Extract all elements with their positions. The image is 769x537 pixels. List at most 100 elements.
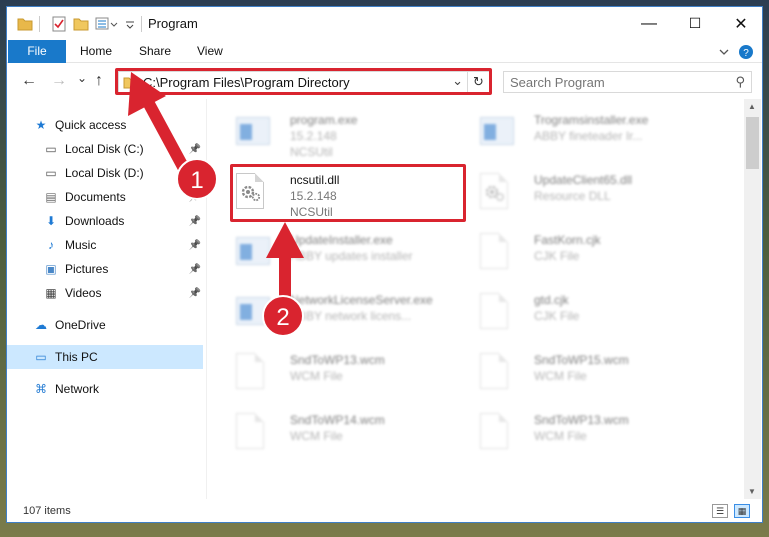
star-icon: ★ bbox=[35, 118, 47, 132]
file-item[interactable]: SndToWP15.wcm WCM File bbox=[458, 349, 698, 401]
back-button[interactable]: ← bbox=[21, 72, 37, 90]
file-item[interactable]: UpdateClient65.dll Resource DLL bbox=[458, 169, 698, 221]
tab-home[interactable]: Home bbox=[80, 40, 112, 63]
status-bar: 107 items ☰ ▦ bbox=[7, 499, 762, 522]
file-item[interactable]: SndToWP13.wcm WCM File bbox=[458, 409, 698, 461]
file-detail: WCM File bbox=[534, 369, 587, 383]
up-button[interactable]: ↑ bbox=[95, 72, 103, 90]
sidebar-item[interactable]: ☁ OneDrive bbox=[7, 313, 203, 337]
vertical-scrollbar[interactable]: ▲ ▼ bbox=[744, 99, 761, 499]
sidebar-item[interactable]: ▤ Documents 📌 bbox=[7, 185, 203, 209]
tab-file[interactable]: File bbox=[8, 40, 66, 63]
tiles-view-button[interactable]: ▦ bbox=[734, 504, 750, 518]
pin-icon[interactable]: 📌 bbox=[189, 216, 201, 227]
address-path[interactable]: C:\Program Files\Program Directory bbox=[143, 75, 350, 90]
sidebar-item-label: Pictures bbox=[65, 262, 109, 276]
pin-icon[interactable]: 📌 bbox=[189, 168, 201, 179]
dll-gear-icon bbox=[480, 173, 514, 211]
pin-icon[interactable]: 📌 bbox=[189, 240, 201, 251]
forward-button[interactable]: → bbox=[51, 72, 67, 90]
recent-locations-button[interactable]: ⌄ bbox=[77, 71, 87, 85]
pin-icon[interactable]: 📌 bbox=[189, 192, 201, 203]
chevron-down-icon[interactable] bbox=[718, 46, 730, 58]
file-icon bbox=[480, 353, 514, 391]
computer-icon: ▭ bbox=[35, 350, 47, 364]
sidebar-item[interactable]: ★ Quick access bbox=[7, 113, 203, 137]
close-button[interactable]: ✕ bbox=[718, 7, 762, 40]
customize-quick-access-icon[interactable] bbox=[95, 16, 121, 32]
file-item[interactable]: UpdateInstaller.exe ABBY updates installe… bbox=[214, 229, 454, 281]
pin-icon[interactable]: 📌 bbox=[189, 288, 201, 299]
sidebar-item[interactable]: ⬇ Downloads 📌 bbox=[7, 209, 203, 233]
sidebar-item-label: Quick access bbox=[55, 118, 127, 132]
file-detail: WCM File bbox=[290, 369, 343, 383]
file-name: SndToWP13.wcm bbox=[290, 353, 385, 367]
file-icon bbox=[480, 293, 514, 331]
scroll-thumb[interactable] bbox=[746, 117, 759, 169]
sidebar-item[interactable]: ▭ Local Disk (D:) 📌 bbox=[7, 161, 203, 185]
file-name: SndToWP15.wcm bbox=[534, 353, 629, 367]
sidebar-item[interactable]: ♪ Music 📌 bbox=[7, 233, 203, 257]
maximize-button[interactable]: ☐ bbox=[672, 7, 718, 40]
file-item[interactable]: FastKorn.cjk CJK File bbox=[458, 229, 698, 281]
sidebar-item[interactable]: ⌘ Network bbox=[7, 377, 203, 401]
file-detail: WCM File bbox=[290, 429, 343, 443]
divider bbox=[141, 16, 142, 32]
refresh-button[interactable]: ↻ bbox=[468, 71, 490, 93]
file-item[interactable]: NetworkLicenseServer.exe ABBY network lic… bbox=[214, 289, 454, 341]
file-detail: 15.2.148 bbox=[290, 129, 337, 143]
address-bar[interactable]: C:\Program Files\Program Directory ⌄ bbox=[118, 71, 468, 93]
dll-gear-icon bbox=[236, 173, 270, 211]
application-icon bbox=[236, 113, 270, 151]
file-icon bbox=[480, 413, 514, 451]
search-box[interactable]: ⚲ bbox=[503, 71, 752, 93]
search-input[interactable] bbox=[510, 72, 730, 92]
navigation-pane: ★ Quick access ▭ Local Disk (C:) 📌 ▭ Local Dis… bbox=[7, 99, 207, 499]
file-item[interactable]: Trogramsinstaller.exe ABBY fineteader Ir.… bbox=[458, 109, 698, 161]
properties-icon[interactable] bbox=[51, 16, 67, 32]
sidebar-item-label: Local Disk (C:) bbox=[65, 142, 144, 156]
search-icon[interactable]: ⚲ bbox=[735, 74, 745, 90]
details-view-button[interactable]: ☰ bbox=[712, 504, 728, 518]
disk-icon: ▭ bbox=[45, 142, 57, 156]
tab-view[interactable]: View bbox=[197, 40, 223, 63]
scroll-up-arrow[interactable]: ▲ bbox=[748, 102, 756, 111]
file-name: SndToWP13.wcm bbox=[534, 413, 629, 427]
help-icon[interactable]: ? bbox=[738, 44, 754, 60]
file-name: program.exe bbox=[290, 113, 358, 127]
pin-icon[interactable]: 📌 bbox=[189, 264, 201, 275]
sidebar-item[interactable]: ▦ Videos 📌 bbox=[7, 281, 203, 305]
file-list: program.exe 15.2.148 NCSUtil Trogramsinstal… bbox=[208, 99, 744, 499]
sidebar-item-label: OneDrive bbox=[55, 318, 106, 332]
videos-icon: ▦ bbox=[45, 286, 57, 300]
file-item[interactable]: program.exe 15.2.148 NCSUtil bbox=[214, 109, 454, 161]
application-icon bbox=[236, 293, 270, 331]
sidebar-item-label: Music bbox=[65, 238, 97, 252]
file-name: UpdateClient65.dll bbox=[534, 173, 633, 187]
address-dropdown-icon[interactable]: ⌄ bbox=[452, 73, 463, 89]
documents-icon: ▤ bbox=[45, 190, 57, 204]
tab-share[interactable]: Share bbox=[139, 40, 171, 63]
network-icon: ⌘ bbox=[35, 382, 47, 396]
file-item[interactable]: gtd.cjk CJK File bbox=[458, 289, 698, 341]
file-icon bbox=[480, 233, 514, 271]
file-item[interactable]: SndToWP14.wcm WCM File bbox=[214, 409, 454, 461]
sidebar-item[interactable]: ▣ Pictures 📌 bbox=[7, 257, 203, 281]
sidebar-item[interactable]: ▭ This PC bbox=[7, 345, 203, 369]
scroll-down-arrow[interactable]: ▼ bbox=[748, 487, 756, 496]
sidebar-item-label: Local Disk (D:) bbox=[65, 166, 144, 180]
file-item[interactable]: SndToWP13.wcm WCM File bbox=[214, 349, 454, 401]
pictures-icon: ▣ bbox=[45, 262, 57, 276]
file-item[interactable]: ncsutil.dll 15.2.148 NCSUtil bbox=[214, 169, 454, 221]
file-detail: ABBY fineteader Ir... bbox=[534, 129, 643, 143]
chevron-down-icon[interactable] bbox=[125, 16, 135, 32]
file-detail: Resource DLL bbox=[534, 189, 611, 203]
application-icon bbox=[236, 233, 270, 271]
file-icon bbox=[236, 353, 270, 391]
navigation-bar: ← → ⌄ ↑ C:\Program Files\Program Directo… bbox=[7, 64, 762, 99]
minimize-button[interactable]: — bbox=[626, 7, 672, 40]
pin-icon[interactable]: 📌 bbox=[189, 144, 201, 155]
new-folder-icon[interactable] bbox=[73, 16, 89, 32]
sidebar-item-label: Network bbox=[55, 382, 100, 396]
sidebar-item[interactable]: ▭ Local Disk (C:) 📌 bbox=[7, 137, 203, 161]
